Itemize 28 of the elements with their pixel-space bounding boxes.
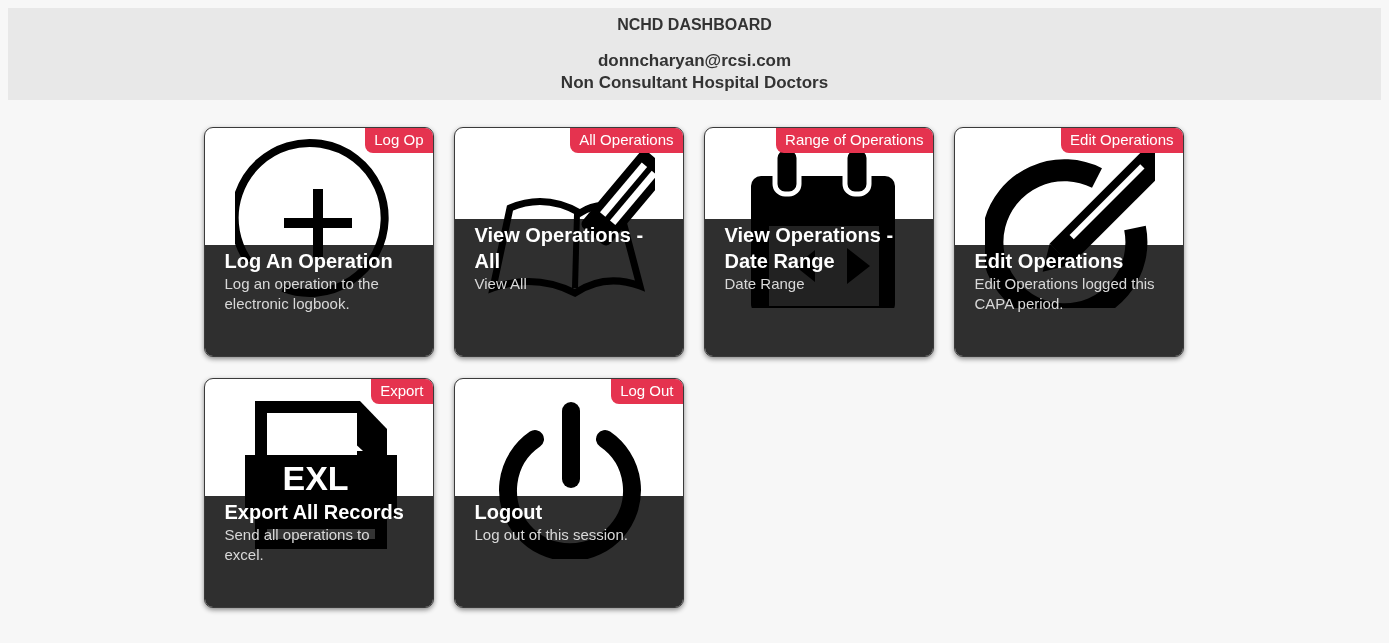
tile-description: Edit Operations logged this CAPA period. <box>974 274 1156 314</box>
user-email: donncharyan@rcsi.com <box>597 50 792 72</box>
tile-title: Edit Operations <box>974 249 1125 274</box>
dashboard-tile[interactable]: All Operations View Operations - All View All <box>453 127 684 357</box>
tile-title: Export All Records <box>224 500 405 525</box>
tile-description: Date Range <box>724 274 806 294</box>
dashboard-tile[interactable]: Range of Operations View Operations - Date Range Date Range <box>703 127 934 357</box>
tile-badge: Log Out <box>611 379 683 404</box>
tile-title: View Operations - All <box>474 223 645 274</box>
tile-badge: Edit Operations <box>1061 128 1183 153</box>
dashboard-tile[interactable]: Log Op Log An Operation Log an operation to the electronic logbook. <box>203 127 434 357</box>
tile-description: View All <box>474 274 528 294</box>
tile-title: View Operations - Date Range <box>724 223 895 274</box>
tile-badge: Range of Operations <box>776 128 933 153</box>
dashboard-title: NCHD DASHBOARD <box>617 16 772 34</box>
icon-label: EXL <box>282 461 349 495</box>
dashboard-tile[interactable]: EXL Export Export All Records Send all operations to excel. <box>203 378 434 608</box>
tile-description: Send all operations to excel. <box>224 525 371 565</box>
tile-badge: All Operations <box>570 128 683 153</box>
tile-description: Log out of this session. <box>474 525 629 545</box>
tile-badge: Log Op <box>365 128 433 153</box>
tile-title: Logout <box>474 500 544 525</box>
dashboard-tile[interactable]: Log Out Logout Log out of this session. <box>453 378 684 608</box>
tile-title: Log An Operation <box>224 249 394 274</box>
dashboard-tile[interactable]: Edit Operations Edit Operations Edit Operations logged this CAPA period. <box>953 127 1184 357</box>
tile-badge: Export <box>371 379 433 404</box>
tile-description: Log an operation to the electronic logbook. <box>224 274 380 314</box>
user-group: Non Consultant Hospital Doctors <box>560 72 829 94</box>
